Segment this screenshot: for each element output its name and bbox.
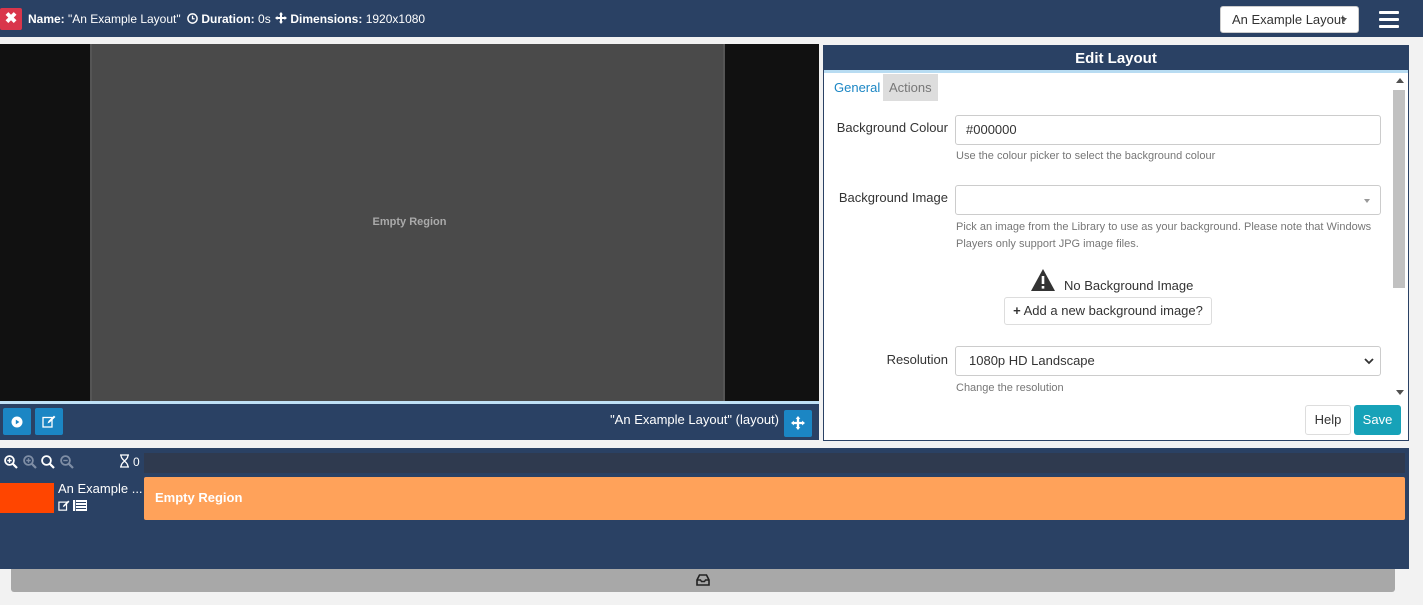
resolution-label: Resolution <box>886 352 948 367</box>
background-image-select[interactable] <box>955 185 1381 215</box>
edit-layout-title: Edit Layout <box>824 46 1408 73</box>
timeline-empty-area <box>0 520 1409 569</box>
zoom-in-icon[interactable] <box>4 455 18 469</box>
layout-select-value: An Example Layout <box>1232 12 1345 27</box>
list-icon[interactable] <box>73 500 88 511</box>
tab-general[interactable]: General <box>828 74 886 101</box>
background-image-help-line1: Pick an image from the Library to use as… <box>956 221 1372 233</box>
scroll-up-icon[interactable] <box>1396 78 1404 83</box>
tab-actions[interactable]: Actions <box>883 74 938 101</box>
drawer-toggle[interactable] <box>11 569 1395 592</box>
region-name: An Example ... <box>58 481 143 496</box>
duration-label: Duration: <box>201 12 255 26</box>
hourglass-icon <box>120 454 129 468</box>
dimensions-label: Dimensions: <box>290 12 363 26</box>
duration-value: 0s <box>258 12 271 26</box>
drawer-icon <box>696 574 710 586</box>
dimensions-value: 1920x1080 <box>365 12 426 26</box>
region-bar-label: Empty Region <box>155 490 243 505</box>
layout-preview: Empty Region "An Example Layout" (layout… <box>0 44 819 440</box>
move-button[interactable] <box>784 410 812 437</box>
background-image-help: Pick an image from the Library to use as… <box>956 219 1386 253</box>
background-image-label: Background Image <box>838 190 948 205</box>
help-button[interactable]: Help <box>1305 405 1351 435</box>
resolution-select[interactable]: 1080p HD Landscape <box>955 346 1381 376</box>
preview-toolbar: "An Example Layout" (layout) <box>0 401 819 440</box>
preview-canvas[interactable]: Empty Region <box>90 44 725 401</box>
timeline-duration: 0 <box>133 455 140 469</box>
move-icon <box>791 416 805 430</box>
scrollbar-thumb[interactable] <box>1393 90 1405 288</box>
add-background-image-label: Add a new background image? <box>1023 303 1203 318</box>
close-button[interactable]: ✖ <box>0 8 22 30</box>
resolution-value: 1080p HD Landscape <box>969 353 1095 368</box>
hamburger-icon[interactable] <box>1379 11 1399 28</box>
preview-layout-title: "An Example Layout" (layout) <box>610 412 779 427</box>
edit-icon <box>42 415 56 428</box>
background-colour-help: Use the colour picker to select the back… <box>956 150 1216 162</box>
timeline-region-bar[interactable]: Empty Region <box>144 477 1405 520</box>
no-background-image-text: No Background Image <box>1064 278 1194 293</box>
play-icon <box>11 416 23 428</box>
chevron-down-icon <box>1341 18 1347 22</box>
dimensions-info: Dimensions: 1920x1080 <box>275 12 425 26</box>
save-button[interactable]: Save <box>1354 405 1401 435</box>
chevron-down-icon <box>1364 358 1374 365</box>
clock-icon <box>187 13 198 24</box>
chevron-down-icon <box>1364 199 1370 203</box>
background-colour-input[interactable]: #000000 <box>955 115 1381 145</box>
close-icon: ✖ <box>4 10 18 27</box>
region-actions <box>58 500 88 514</box>
warning-icon <box>1031 269 1055 291</box>
edit-icon[interactable] <box>58 500 70 511</box>
plus-icon: + <box>1013 303 1021 318</box>
timeline: 0 An Example ... Empty Region <box>0 448 1409 569</box>
zoom-reset-icon[interactable] <box>41 455 55 469</box>
edit-layout-panel: Edit Layout General Actions Background C… <box>823 45 1409 441</box>
region-color-swatch <box>0 483 54 513</box>
background-image-help-line2: Players only support JPG image files. <box>956 238 1139 250</box>
edit-layout-button[interactable] <box>35 408 63 435</box>
move-icon <box>275 12 287 24</box>
zoom-fit-icon[interactable] <box>60 455 74 469</box>
resolution-help: Change the resolution <box>956 382 1064 394</box>
timeline-toolbar: 0 <box>0 448 1409 474</box>
timeline-ruler[interactable] <box>144 453 1405 473</box>
layout-name-info: Name: "An Example Layout" <box>28 12 181 26</box>
name-label: Name: <box>28 12 65 26</box>
play-preview-button[interactable] <box>3 408 31 435</box>
background-colour-label: Background Colour <box>836 120 948 135</box>
add-background-image-button[interactable]: + Add a new background image? <box>1004 297 1212 325</box>
top-toolbar: ✖ Name: "An Example Layout" Duration: 0s… <box>0 0 1423 37</box>
scroll-down-icon[interactable] <box>1396 390 1404 395</box>
region-label: Empty Region <box>372 216 447 228</box>
layout-select[interactable]: An Example Layout <box>1220 6 1359 33</box>
duration-info: Duration: 0s <box>187 12 271 26</box>
name-value: "An Example Layout" <box>68 12 181 26</box>
zoom-out-icon[interactable] <box>23 455 37 469</box>
